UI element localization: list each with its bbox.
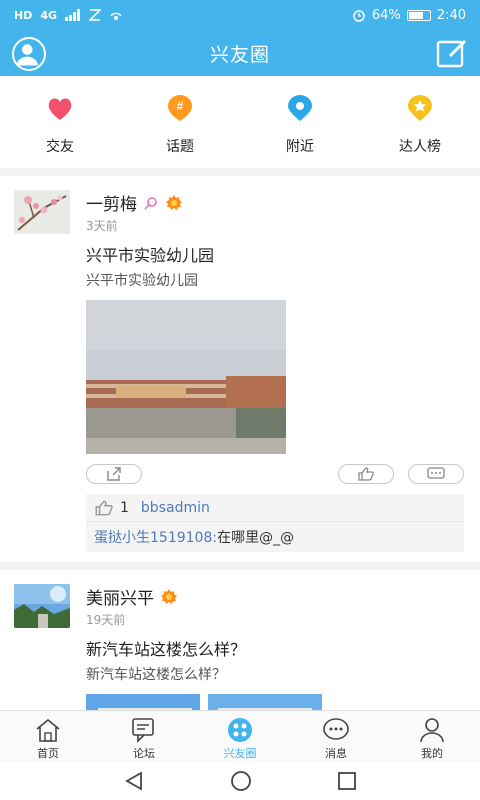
post-actions [86,464,464,484]
level-badge-icon [166,194,182,210]
network-indicator: 4G [40,8,58,22]
author-name[interactable]: 美丽兴平 [86,584,154,609]
post-body[interactable]: 兴平市实验幼儿园 兴平市实验幼儿园 [86,242,464,454]
app-header: 兴友圈 [0,30,480,76]
user-icon [16,44,38,66]
liked-user[interactable]: bbsadmin [141,500,210,516]
quick-nav-topics[interactable]: # 话题 [120,76,240,168]
post-image[interactable] [86,694,200,710]
post-title: 新汽车站这楼怎么样？ [86,640,247,659]
comment-author[interactable]: 蛋挞小生1519108: [94,527,217,547]
quick-nav-label: 交友 [46,139,74,155]
home-circle-icon[interactable] [230,770,252,792]
hashtag-icon: # [168,95,192,121]
post-image[interactable] [208,694,322,710]
quick-nav-friends[interactable]: 交友 [0,76,120,168]
share-icon [107,467,121,481]
post-title: 兴平市实验幼儿园 [86,246,215,265]
tab-messages[interactable]: 消息 [288,711,384,762]
post-body[interactable]: 新汽车站这楼怎么样？ 新汽车站这楼怎么样？ [86,636,464,710]
quick-nav: 交友 # 话题 附近 达人榜 [0,76,480,168]
post-summary: 兴平市实验幼儿园 [86,273,198,289]
nfc-icon [89,9,102,21]
thumbs-up-icon [358,467,374,481]
comment-text: 在哪里@_@ [217,530,295,546]
quick-nav-label: 话题 [166,139,194,155]
system-nav-bar [0,762,480,800]
comment-item[interactable]: 蛋挞小生1519108: 在哪里@_@ [86,522,464,552]
post-time: 3天前 [86,219,118,233]
post-card[interactable]: 美丽兴平 19天前 新汽车站这楼怎么样？ 新汽车站这楼怎么样？ [0,570,480,710]
author-avatar[interactable] [14,584,70,628]
back-icon[interactable] [123,771,145,791]
tab-circle[interactable]: 兴友圈 [192,711,288,762]
post-summary: 新汽车站这楼怎么样？ [86,667,226,683]
medal-icon [408,95,432,121]
signal-icon [65,9,81,21]
message-icon [323,718,349,740]
circle-icon [228,718,252,742]
edit-icon [436,39,467,68]
hd-indicator: HD [14,8,33,22]
status-left-icons: HD 4G [14,9,123,22]
quick-nav-ranking[interactable]: 达人榜 [360,76,480,168]
tab-home[interactable]: 首页 [0,711,96,762]
post-image[interactable] [86,300,286,454]
share-button[interactable] [86,464,142,484]
thumbs-up-icon [95,500,113,515]
like-button[interactable] [338,464,394,484]
comment-button[interactable] [408,464,464,484]
post-time: 19天前 [86,613,126,627]
tab-label: 首页 [37,747,59,760]
likes-row: 1 bbsadmin [86,494,464,522]
svg-text:#: # [177,99,184,113]
post-author-row: 美丽兴平 [86,584,178,609]
author-name[interactable]: 一剪梅 [86,190,137,215]
status-right: 64% 2:40 [352,8,466,23]
post-header: 一剪梅 3天前 [14,190,464,234]
battery-icon [406,9,431,21]
post-actions-right [338,464,464,484]
profile-icon [420,718,444,743]
author-avatar[interactable] [14,190,70,234]
post-author-row: 一剪梅 [86,190,183,215]
alarm-icon [353,10,365,22]
status-bar: HD 4G 64% 2:40 [0,0,480,30]
heart-icon [48,98,72,120]
page-title: 兴友圈 [209,43,270,66]
quick-nav-nearby[interactable]: 附近 [240,76,360,168]
quick-nav-label: 达人榜 [399,139,441,155]
battery-percent: 64% [371,7,401,23]
tab-label: 我的 [421,747,443,760]
bottom-tab-bar: 首页 论坛 兴友圈 消息 我的 [0,710,480,762]
clock: 2:40 [436,7,466,23]
user-avatar-button[interactable] [12,37,46,71]
hotspot-icon [110,12,122,20]
tab-profile[interactable]: 我的 [384,711,480,762]
post-feed[interactable]: 一剪梅 3天前 兴平市实验幼儿园 兴平市实验幼儿园 1 bbsadmin 蛋挞小… [0,176,480,710]
recents-icon[interactable] [337,771,357,791]
comment-icon [427,467,445,479]
gender-female-icon [144,196,157,210]
post-image-grid [86,694,464,710]
level-badge-icon [161,588,177,604]
post-meta: 美丽兴平 19天前 [86,584,178,628]
post-meta: 一剪梅 3天前 [86,190,183,234]
tab-label: 消息 [325,747,347,760]
like-count: 1 [120,499,129,516]
compose-button[interactable] [436,38,468,68]
forum-icon [132,718,154,743]
post-card[interactable]: 一剪梅 3天前 兴平市实验幼儿园 兴平市实验幼儿园 1 bbsadmin 蛋挞小… [0,176,480,562]
location-icon [288,95,312,121]
tab-label: 兴友圈 [223,747,257,760]
tab-label: 论坛 [133,747,155,760]
home-icon [36,718,60,742]
likes-comments-box: 1 bbsadmin 蛋挞小生1519108: 在哪里@_@ [86,494,464,552]
post-header: 美丽兴平 19天前 [14,584,464,628]
tab-forum[interactable]: 论坛 [96,711,192,762]
quick-nav-label: 附近 [286,139,314,155]
